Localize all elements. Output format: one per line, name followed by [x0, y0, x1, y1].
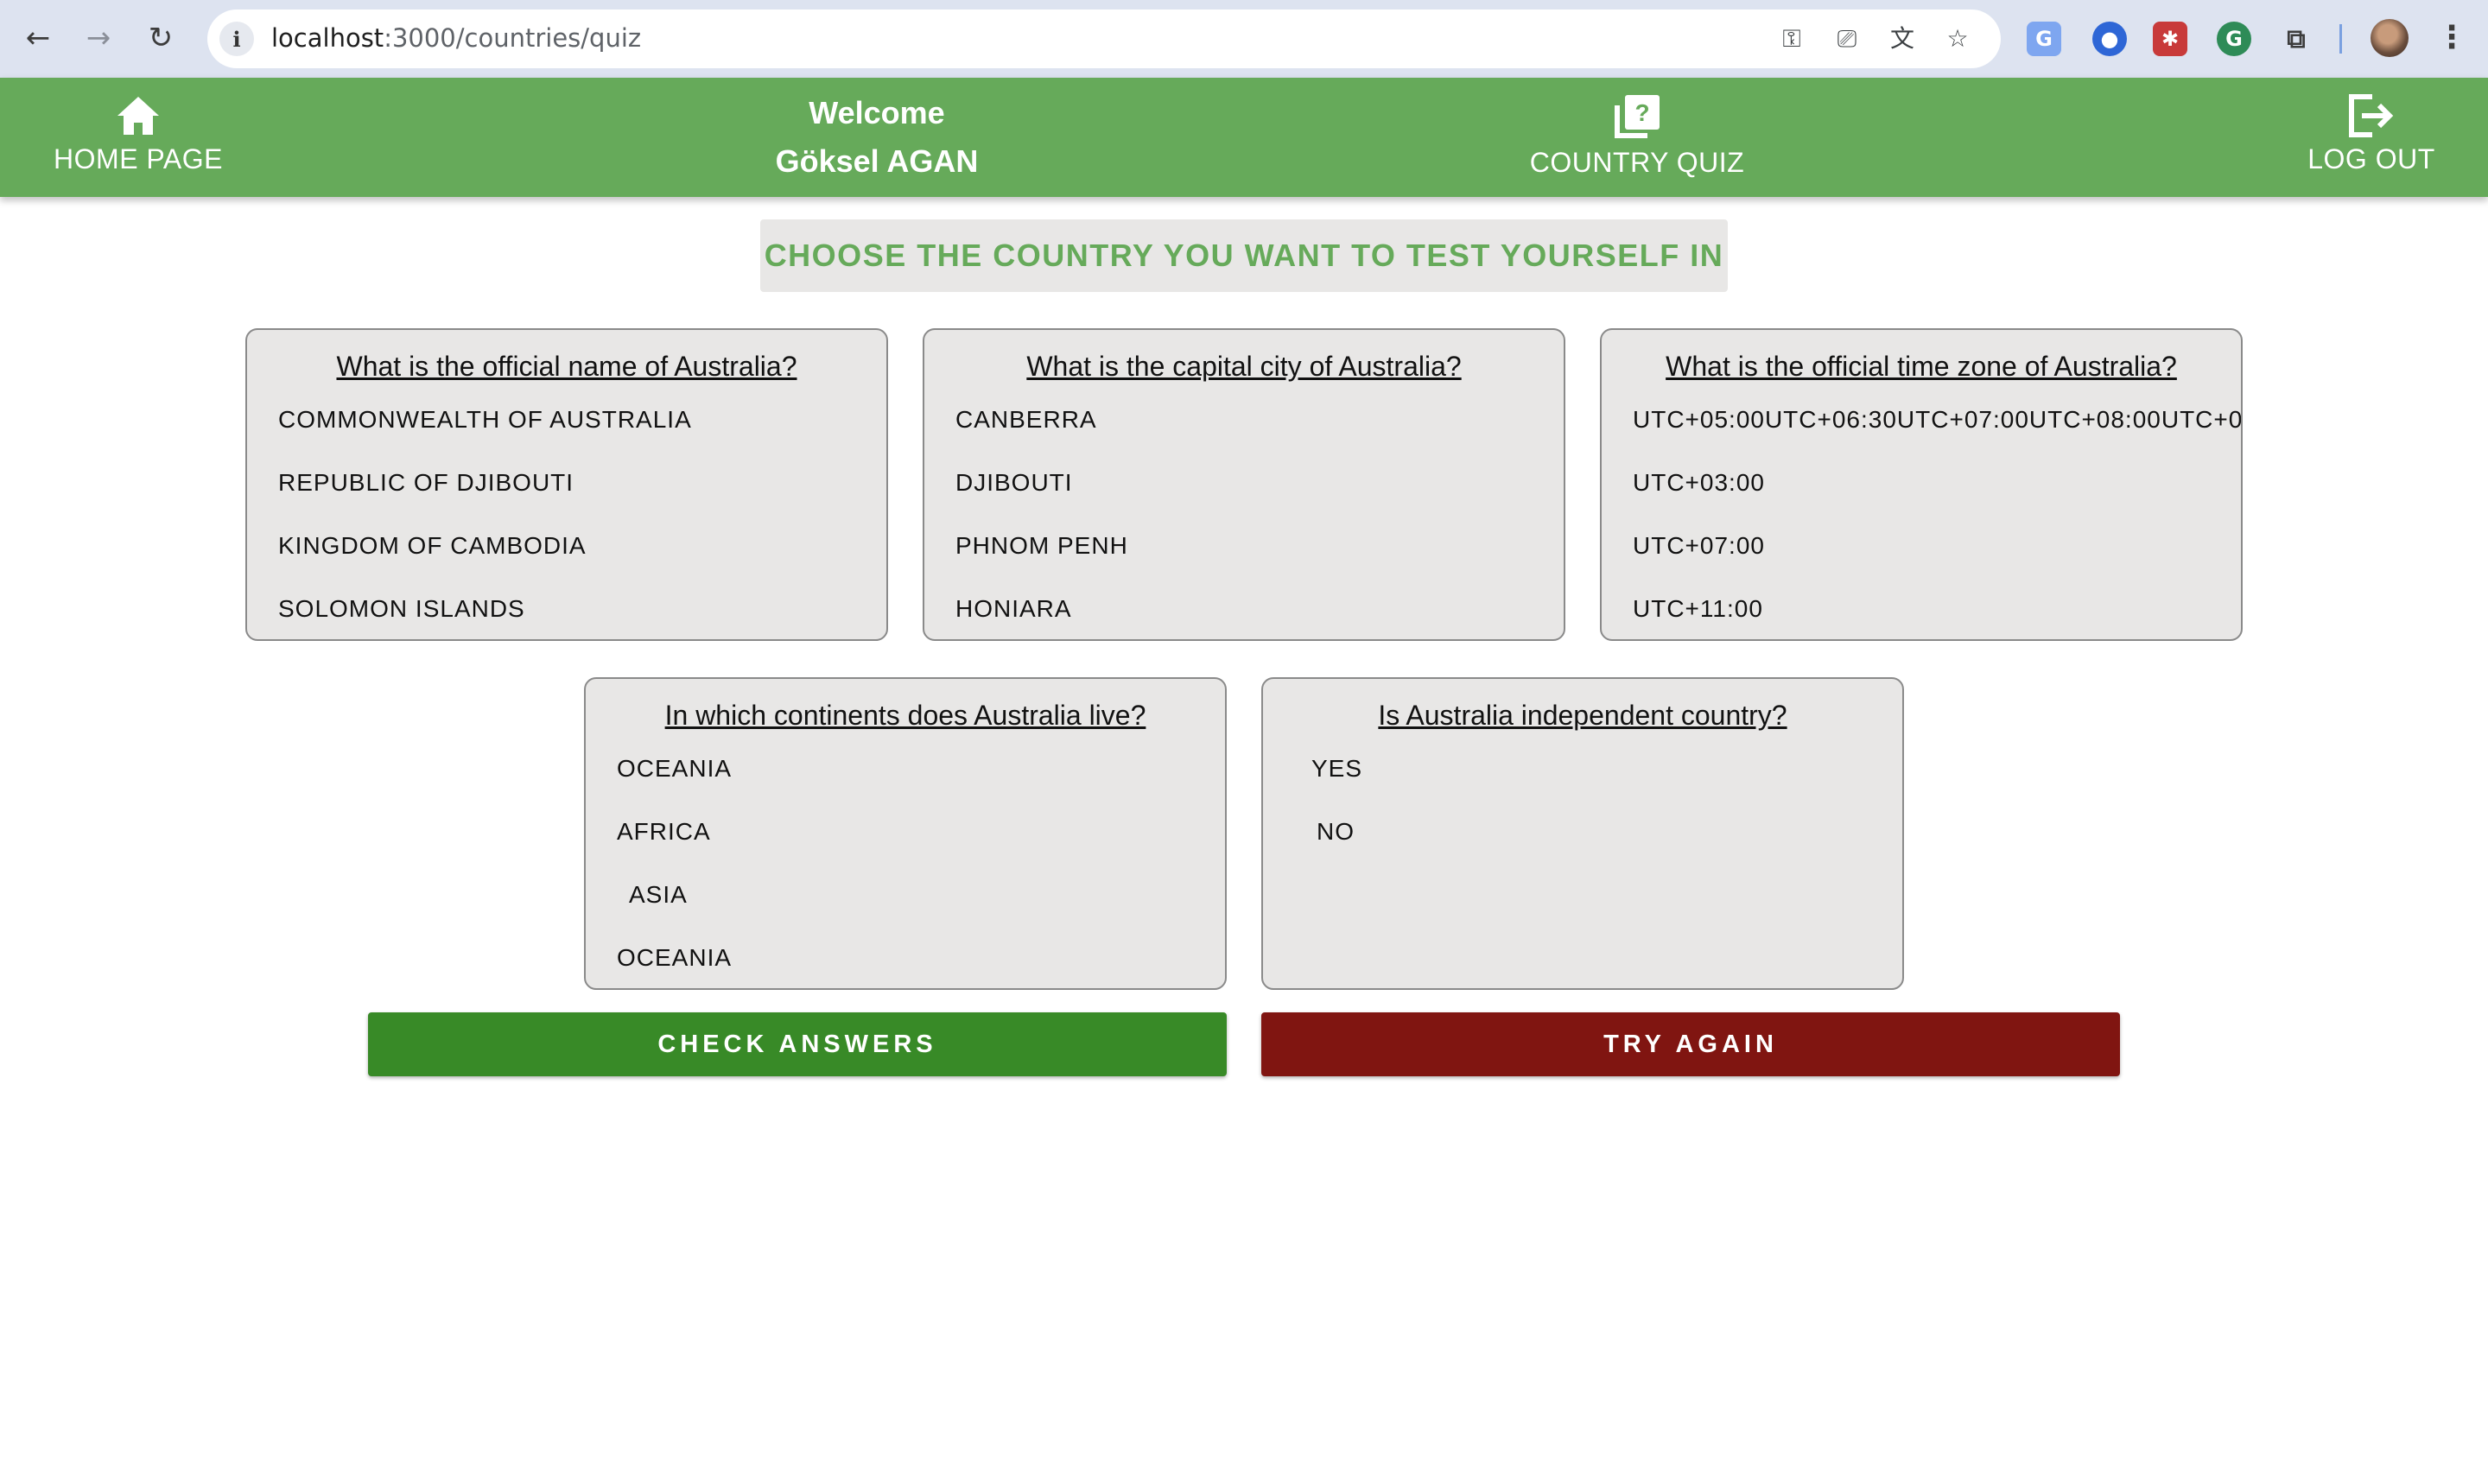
question-card-independence: Is Australia independent country? YES NO [1261, 677, 1904, 990]
answer-option[interactable]: KINGDOM OF CAMBODIA [278, 532, 587, 560]
logout-icon [2349, 94, 2394, 137]
check-answers-button[interactable]: CHECK ANSWERS [368, 1012, 1227, 1076]
page-title: CHOOSE THE COUNTRY YOU WANT TO TEST YOUR… [760, 219, 1728, 292]
question-card-continents: In which continents does Australia live?… [584, 677, 1227, 990]
home-icon [117, 97, 159, 135]
answer-option[interactable]: UTC+03:00 [1633, 469, 1765, 497]
answer-option[interactable]: SOLOMON ISLANDS [278, 595, 525, 623]
url-path: :3000/countries/quiz [384, 23, 642, 53]
answer-option[interactable]: NO [1317, 818, 1355, 846]
google-translate-extension-icon[interactable]: G [2027, 22, 2061, 56]
question-card-time-zone: What is the official time zone of Austra… [1600, 328, 2243, 641]
question-card-official-name: What is the official name of Australia? … [245, 328, 888, 641]
password-key-icon[interactable]: ⚿ [1776, 23, 1807, 54]
log-out-label: LOG OUT [2307, 143, 2435, 174]
answer-option[interactable]: UTC+11:00 [1633, 595, 1763, 623]
try-again-button[interactable]: TRY AGAIN [1261, 1012, 2120, 1076]
question-text: What is the capital city of Australia? [1026, 351, 1462, 382]
answer-option[interactable]: ASIA [629, 881, 688, 909]
answer-option[interactable]: UTC+05:00UTC+06:30UTC+07:00UTC+08:00UTC+… [1633, 406, 2241, 434]
home-page-label: HOME PAGE [54, 143, 223, 174]
answer-option[interactable]: OCEANIA [617, 944, 732, 972]
address-bar[interactable]: i localhost:3000/countries/quiz ⚿ ⎚ 文 ☆ [207, 10, 2001, 68]
question-card-capital: What is the capital city of Australia? C… [923, 328, 1565, 641]
profile-extension-icon[interactable]: ● [2092, 22, 2127, 56]
bookmark-star-icon[interactable]: ☆ [1942, 23, 1973, 54]
answer-option[interactable]: YES [1311, 755, 1362, 783]
question-text: In which continents does Australia live? [664, 700, 1146, 731]
answer-option[interactable]: AFRICA [617, 818, 711, 846]
profile-avatar[interactable] [2371, 19, 2409, 57]
translate-icon[interactable]: 文 [1887, 23, 1918, 54]
country-quiz-label: COUNTRY QUIZ [1529, 147, 1745, 178]
back-icon[interactable]: ← [19, 19, 57, 57]
question-text: Is Australia independent country? [1378, 700, 1787, 731]
answer-option[interactable]: CANBERRA [955, 406, 1097, 434]
answer-option[interactable]: COMMONWEALTH OF AUSTRALIA [278, 406, 692, 434]
forward-icon[interactable]: → [79, 19, 117, 57]
answer-option[interactable]: UTC+07:00 [1633, 532, 1765, 560]
answer-option[interactable]: REPUBLIC OF DJIBOUTI [278, 469, 574, 497]
extensions-puzzle-icon[interactable]: ⧉ [2279, 22, 2313, 56]
question-text: What is the official name of Australia? [336, 351, 797, 382]
quiz-icon: ? [1615, 95, 1660, 138]
home-page-link[interactable]: HOME PAGE [35, 78, 242, 197]
red-extension-icon[interactable]: ✱ [2153, 22, 2187, 56]
app-header: HOME PAGE Welcome Göksel AGAN ? COUNTRY … [0, 78, 2488, 197]
answer-option[interactable]: OCEANIA [617, 755, 732, 783]
country-quiz-link[interactable]: ? COUNTRY QUIZ [1512, 78, 1762, 197]
log-out-link[interactable]: LOG OUT [2289, 78, 2453, 197]
browser-toolbar: ← → ↻ i localhost:3000/countries/quiz ⚿ … [0, 0, 2488, 78]
welcome-text: Welcome [809, 95, 945, 130]
svg-text:?: ? [1634, 99, 1649, 126]
welcome-block: Welcome Göksel AGAN [726, 95, 1028, 180]
answer-option[interactable]: PHNOM PENH [955, 532, 1128, 560]
grammarly-icon[interactable]: G [2217, 22, 2251, 56]
user-name: Göksel AGAN [775, 143, 979, 179]
url-text[interactable]: localhost:3000/countries/quiz [271, 23, 641, 53]
install-app-icon[interactable]: ⎚ [1831, 23, 1863, 54]
answer-option[interactable]: DJIBOUTI [955, 469, 1073, 497]
reload-icon[interactable]: ↻ [142, 19, 180, 57]
url-host: localhost [271, 23, 384, 53]
answer-option[interactable]: HONIARA [955, 595, 1072, 623]
site-info-icon[interactable]: i [219, 22, 254, 56]
browser-menu-icon[interactable]: ⋮ [2434, 19, 2469, 57]
question-text: What is the official time zone of Austra… [1666, 351, 2177, 382]
toolbar-divider [2339, 24, 2342, 54]
